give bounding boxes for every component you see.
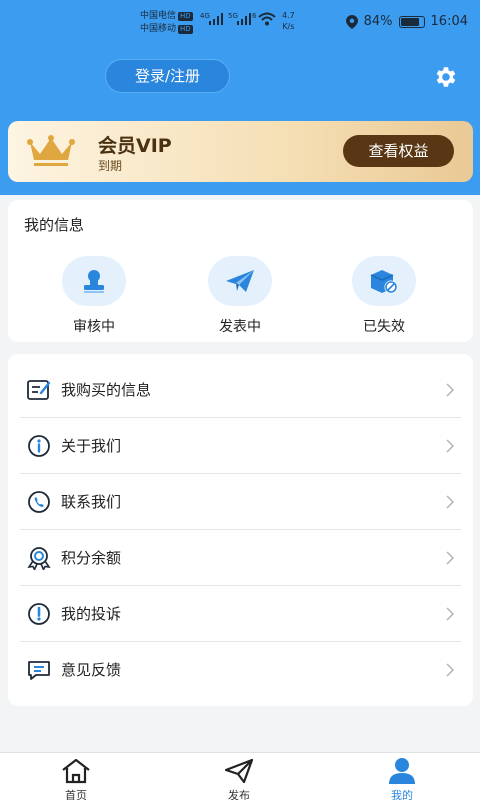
vip-card[interactable]: 会员VIP 到期 查看权益 [8, 121, 473, 182]
info-label: 已失效 [363, 319, 405, 335]
carrier-info: 中国电信 HD 中国移动 HD [140, 10, 193, 36]
chevron-right-icon [446, 383, 455, 397]
menu-item-feedback[interactable]: 意见反馈 [20, 642, 461, 698]
alert-icon [28, 603, 50, 625]
status-bar: 中国电信 HD 中国移动 HD 4G 5G 6 4.7 K/s 84% 16:04 [0, 0, 480, 44]
info-label: 审核中 [73, 319, 115, 335]
tab-label: 我的 [391, 789, 413, 800]
feedback-icon [28, 661, 50, 680]
menu-item-points-balance[interactable]: 积分余额 [20, 530, 461, 586]
crown-icon [27, 135, 75, 166]
user-icon [389, 758, 415, 784]
wifi-icon [258, 12, 276, 26]
view-benefits-button[interactable]: 查看权益 [343, 135, 454, 167]
chevron-right-icon [446, 439, 455, 453]
menu-item-my-complaints[interactable]: 我的投诉 [20, 586, 461, 642]
location-icon [345, 14, 358, 29]
bottom-tab-bar: 首页 发布 我的 [0, 752, 480, 800]
chevron-right-icon [446, 663, 455, 677]
menu-label: 关于我们 [61, 437, 122, 455]
tab-home[interactable]: 首页 [36, 757, 116, 800]
menu-label: 联系我们 [61, 493, 122, 511]
info-label: 发表中 [219, 319, 261, 335]
clock: 16:04 [430, 14, 468, 29]
battery-percent: 84% [363, 14, 393, 29]
phone-icon [28, 491, 50, 513]
send-icon [224, 758, 254, 784]
chevron-right-icon [446, 551, 455, 565]
network-speed: 4.7 K/s [282, 10, 295, 32]
login-register-button[interactable]: 登录/注册 [105, 59, 230, 93]
menu-item-contact-us[interactable]: 联系我们 [20, 474, 461, 530]
menu-label: 我的投诉 [61, 605, 122, 623]
my-info-card: 我的信息 审核中 发表中 已失效 [8, 200, 473, 342]
hd-badge: HD [178, 12, 193, 21]
menu-label: 积分余额 [61, 549, 122, 567]
purchase-list-icon [27, 380, 51, 400]
signal-icon [237, 13, 251, 25]
network-type: 6 [252, 12, 257, 20]
home-icon [62, 758, 90, 784]
signal-icon [209, 13, 223, 25]
menu-item-purchased-info[interactable]: 我购买的信息 [20, 362, 461, 418]
tab-label: 首页 [65, 789, 87, 800]
speed-unit: K/s [282, 22, 295, 31]
info-item-publishing[interactable]: 发表中 [200, 256, 280, 336]
hd-badge: HD [178, 25, 193, 34]
menu-list: 我购买的信息 关于我们 联系我们 积分余额 我的投诉 意见反馈 [8, 354, 473, 706]
battery-fill [400, 17, 419, 26]
tab-label: 发布 [228, 789, 250, 800]
carrier-1: 中国电信 [140, 11, 177, 21]
paper-plane-icon [208, 256, 272, 306]
carrier-2: 中国移动 [140, 24, 177, 34]
speed-value: 4.7 [282, 11, 295, 20]
vip-status: 到期 [98, 159, 123, 173]
info-icon [28, 435, 50, 457]
info-item-invalid[interactable]: 已失效 [344, 256, 424, 336]
menu-label: 意见反馈 [61, 661, 122, 679]
battery-icon [398, 15, 425, 28]
menu-item-about-us[interactable]: 关于我们 [20, 418, 461, 474]
badge-icon [27, 547, 51, 570]
my-info-title: 我的信息 [24, 216, 85, 234]
menu-label: 我购买的信息 [61, 381, 152, 399]
tab-publish[interactable]: 发布 [199, 757, 279, 800]
tab-mine[interactable]: 我的 [362, 757, 442, 800]
vip-title: 会员VIP [98, 135, 172, 157]
status-right: 84% 16:04 [345, 14, 468, 29]
reviewer-stamp-icon [62, 256, 126, 306]
chevron-right-icon [446, 607, 455, 621]
info-item-reviewing[interactable]: 审核中 [54, 256, 134, 336]
gear-icon[interactable] [432, 64, 458, 90]
chevron-right-icon [446, 495, 455, 509]
invalid-box-icon [352, 256, 416, 306]
